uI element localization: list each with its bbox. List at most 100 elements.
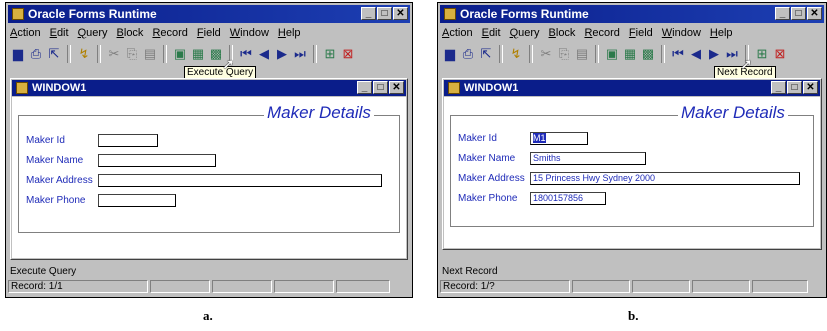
maker-id-label: Maker Id [458, 133, 497, 144]
form-canvas: Maker Details Maker Id M1 Maker Name Smi… [444, 97, 820, 248]
menu-window[interactable]: Window [230, 25, 269, 41]
maker-name-field[interactable]: Smiths [530, 152, 646, 165]
mouse-cursor-icon: ➚ [740, 56, 753, 73]
cancel-query-icon[interactable]: ▩ [640, 46, 656, 62]
status-message: Execute Query [10, 266, 77, 277]
minimize-button[interactable]: _ [361, 7, 376, 20]
menu-record[interactable]: Record [584, 25, 619, 41]
cut-icon[interactable]: ✂ [106, 46, 122, 62]
menu-field[interactable]: Field [197, 25, 221, 41]
menu-query[interactable]: Query [510, 25, 540, 41]
menu-block[interactable]: Block [549, 25, 576, 41]
menu-window[interactable]: Window [662, 25, 701, 41]
minimize-button[interactable]: _ [357, 81, 372, 94]
maker-phone-label: Maker Phone [26, 195, 86, 206]
enter-query-icon[interactable]: ▣ [172, 46, 188, 62]
copy-icon[interactable]: ⎘ [124, 46, 140, 62]
next-record-icon[interactable]: ▶ [274, 46, 290, 62]
toolbar-separator [97, 45, 101, 63]
maximize-button[interactable]: □ [373, 81, 388, 94]
menu-action[interactable]: Action [442, 25, 473, 41]
form-window-title-bar[interactable]: WINDOW1 _ □ ✕ [12, 80, 406, 96]
menu-block[interactable]: Block [117, 25, 144, 41]
app-window: Oracle Forms Runtime _ □ ✕ Action Edit Q… [437, 2, 827, 298]
close-button[interactable]: ✕ [389, 81, 404, 94]
maker-address-field[interactable] [98, 174, 382, 187]
previous-record-icon[interactable]: ◀ [688, 46, 704, 62]
menu-help[interactable]: Help [710, 25, 733, 41]
form-window-title: WINDOW1 [464, 82, 519, 94]
toolbar-separator [529, 45, 533, 63]
close-button[interactable]: ✕ [807, 7, 822, 20]
menu-field[interactable]: Field [629, 25, 653, 41]
oracle-app-icon [444, 8, 456, 20]
form-window-icon [448, 82, 460, 94]
toolbar-separator [661, 45, 665, 63]
maximize-button[interactable]: □ [377, 7, 392, 20]
menu-edit[interactable]: Edit [50, 25, 69, 41]
paste-icon[interactable]: ▤ [142, 46, 158, 62]
menu-edit[interactable]: Edit [482, 25, 501, 41]
toolbar-separator [595, 45, 599, 63]
maker-id-field[interactable] [98, 134, 158, 147]
print-icon[interactable]: ⎙ [460, 46, 476, 62]
delete-record-icon[interactable]: ⊠ [772, 46, 788, 62]
record-status: Record: 1/1 [8, 280, 148, 293]
form-window: WINDOW1 _ □ ✕ Maker Details Maker Id M1 … [442, 78, 822, 250]
copy-icon[interactable]: ⎘ [556, 46, 572, 62]
execute-query-icon[interactable]: ▦ [190, 46, 206, 62]
form-window: WINDOW1 _ □ ✕ Maker Details Maker Id Mak… [10, 78, 408, 260]
save-icon[interactable]: ▆ [442, 46, 458, 62]
menu-bar: Action Edit Query Block Record Field Win… [442, 25, 733, 41]
first-record-icon[interactable]: ⏮ [670, 46, 686, 62]
caption-b: b. [628, 308, 639, 323]
toolbar-separator [499, 45, 503, 63]
toolbar: ▆ ⎙ ⇱ ↯ ✂ ⎘ ▤ ▣ ▦ ▩ ⏮ ◀ ▶ ⏭ ⊞ ⊠ [10, 43, 356, 65]
previous-record-icon[interactable]: ◀ [256, 46, 272, 62]
maximize-button[interactable]: □ [791, 7, 806, 20]
menu-help[interactable]: Help [278, 25, 301, 41]
maker-id-field[interactable]: M1 [530, 132, 588, 145]
window-controls: _ □ ✕ [361, 7, 408, 20]
close-button[interactable]: ✕ [803, 81, 818, 94]
cut-icon[interactable]: ✂ [538, 46, 554, 62]
form-canvas: Maker Details Maker Id Maker Name Maker … [12, 97, 406, 258]
maker-address-label: Maker Address [26, 175, 93, 186]
maker-name-label: Maker Name [26, 155, 84, 166]
toolbar-separator [313, 45, 317, 63]
minimize-button[interactable]: _ [771, 81, 786, 94]
minimize-button[interactable]: _ [775, 7, 790, 20]
status-row: Record: 1/1 [8, 280, 410, 293]
insert-record-icon[interactable]: ⊞ [754, 46, 770, 62]
app-title-bar[interactable]: Oracle Forms Runtime _ □ ✕ [8, 5, 410, 23]
exit-icon[interactable]: ⇱ [478, 46, 494, 62]
maker-phone-field[interactable] [98, 194, 176, 207]
maker-phone-label: Maker Phone [458, 193, 518, 204]
app-title-bar[interactable]: Oracle Forms Runtime _ □ ✕ [440, 5, 824, 23]
maker-address-field[interactable]: 15 Princess Hwy Sydney 2000 [530, 172, 800, 185]
save-icon[interactable]: ▆ [10, 46, 26, 62]
delete-record-icon[interactable]: ⊠ [340, 46, 356, 62]
maker-name-field[interactable] [98, 154, 216, 167]
last-record-icon[interactable]: ⏭ [724, 46, 740, 62]
paste-icon[interactable]: ▤ [574, 46, 590, 62]
close-button[interactable]: ✕ [393, 7, 408, 20]
help-icon[interactable]: ↯ [76, 46, 92, 62]
first-record-icon[interactable]: ⏮ [238, 46, 254, 62]
maximize-button[interactable]: □ [787, 81, 802, 94]
maker-phone-field[interactable]: 1800157856 [530, 192, 606, 205]
next-record-icon[interactable]: ▶ [706, 46, 722, 62]
insert-record-icon[interactable]: ⊞ [322, 46, 338, 62]
exit-icon[interactable]: ⇱ [46, 46, 62, 62]
menu-query[interactable]: Query [78, 25, 108, 41]
menu-action[interactable]: Action [10, 25, 41, 41]
execute-query-icon[interactable]: ▦ [622, 46, 638, 62]
form-window-title-bar[interactable]: WINDOW1 _ □ ✕ [444, 80, 820, 96]
menu-record[interactable]: Record [152, 25, 187, 41]
print-icon[interactable]: ⎙ [28, 46, 44, 62]
last-record-icon[interactable]: ⏭ [292, 46, 308, 62]
maker-address-label: Maker Address [458, 173, 525, 184]
form-window-icon [16, 82, 28, 94]
help-icon[interactable]: ↯ [508, 46, 524, 62]
enter-query-icon[interactable]: ▣ [604, 46, 620, 62]
